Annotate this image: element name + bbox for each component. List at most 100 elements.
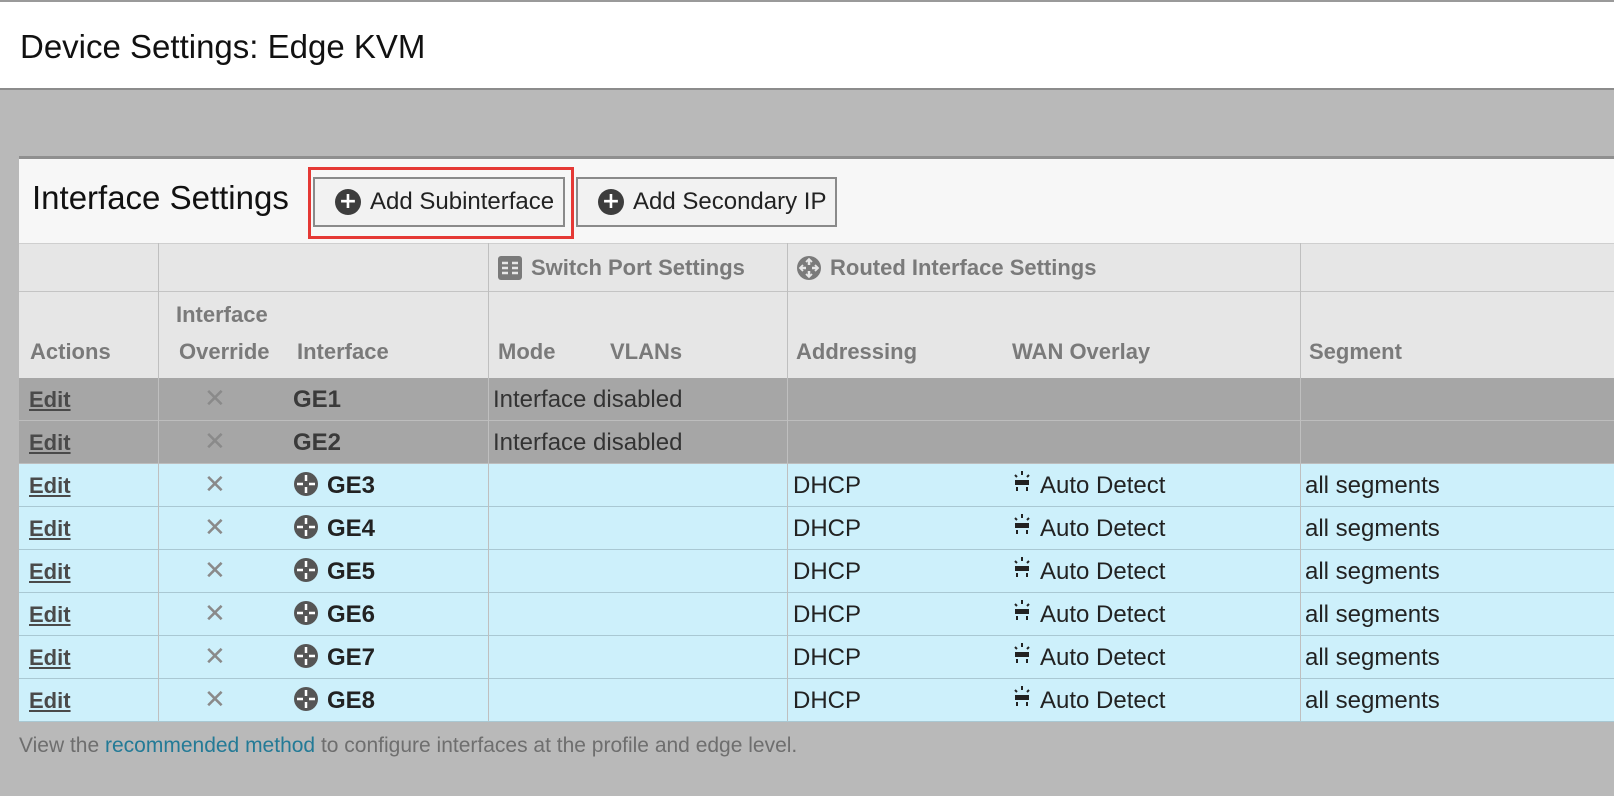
auto-detect-icon bbox=[1014, 470, 1030, 491]
x-mark-icon: ✕ bbox=[204, 556, 226, 586]
col-segment: Segment bbox=[1309, 339, 1402, 364]
x-mark-icon: ✕ bbox=[204, 513, 226, 543]
interface-name: GE6 bbox=[327, 601, 376, 628]
wan-overlay-value: Auto Detect bbox=[1040, 472, 1166, 499]
routed-interface-icon bbox=[294, 686, 318, 711]
header-divider bbox=[19, 291, 1614, 292]
wan-overlay-value: Auto Detect bbox=[1040, 515, 1166, 542]
panel-title: Interface Settings bbox=[32, 179, 289, 216]
addressing-value: DHCP bbox=[793, 644, 862, 671]
switch-port-group-header: Switch Port Settings bbox=[497, 255, 745, 281]
edit-link[interactable]: Edit bbox=[29, 636, 71, 679]
interface-settings-panel: Interface Settings + Add Subinterface + … bbox=[19, 156, 1614, 722]
table-row: Edit ✕ GE3 DHCP Auto Detect all segments bbox=[19, 464, 1614, 507]
x-mark-icon: ✕ bbox=[204, 642, 226, 672]
edit-link[interactable]: Edit bbox=[29, 679, 71, 722]
segment-value: all segments bbox=[1305, 515, 1440, 542]
auto-detect-icon bbox=[1014, 513, 1030, 534]
page-title: Device Settings: Edge KVM bbox=[20, 28, 426, 65]
table-row: Edit ✕ GE4 DHCP Auto Detect all segments bbox=[19, 507, 1614, 550]
wan-overlay-cell: Auto Detect bbox=[1012, 679, 1165, 722]
edit-link[interactable]: Edit bbox=[29, 550, 71, 593]
recommended-method-link[interactable]: recommended method bbox=[105, 734, 315, 757]
routed-interface-icon bbox=[797, 256, 821, 280]
wan-overlay-value: Auto Detect bbox=[1040, 644, 1166, 671]
add-secondary-ip-label: Add Secondary IP bbox=[633, 188, 827, 215]
addressing-value: DHCP bbox=[793, 515, 862, 542]
col-override-line2: Override bbox=[179, 339, 270, 364]
interface-cell: GE3 bbox=[293, 464, 375, 507]
wan-overlay-cell: Auto Detect bbox=[1012, 593, 1165, 636]
interface-status: Interface disabled bbox=[493, 386, 683, 413]
footer-suffix: to configure interfaces at the profile a… bbox=[315, 734, 798, 757]
table-row: Edit ✕ GE7 DHCP Auto Detect all segments bbox=[19, 636, 1614, 679]
col-actions: Actions bbox=[30, 339, 111, 364]
addressing-value: DHCP bbox=[793, 472, 862, 499]
routed-interface-icon bbox=[294, 600, 318, 625]
auto-detect-icon bbox=[1014, 685, 1030, 706]
routed-interface-icon bbox=[294, 471, 318, 496]
x-mark-icon: ✕ bbox=[204, 599, 226, 629]
routed-interface-icon bbox=[294, 643, 318, 668]
footer-prefix: View the bbox=[19, 734, 105, 757]
wan-overlay-value: Auto Detect bbox=[1040, 687, 1166, 714]
auto-detect-icon bbox=[1014, 599, 1030, 620]
interface-name: GE1 bbox=[293, 386, 342, 413]
wan-overlay-cell: Auto Detect bbox=[1012, 507, 1165, 550]
interface-cell: GE7 bbox=[293, 636, 375, 679]
add-secondary-ip-button[interactable]: + Add Secondary IP bbox=[576, 177, 837, 227]
wan-overlay-value: Auto Detect bbox=[1040, 601, 1166, 628]
segment-value: all segments bbox=[1305, 687, 1440, 714]
auto-detect-icon bbox=[1014, 642, 1030, 663]
column-divider bbox=[158, 243, 159, 721]
table-row: Edit ✕ GE6 DHCP Auto Detect all segments bbox=[19, 593, 1614, 636]
x-mark-icon: ✕ bbox=[204, 384, 226, 414]
col-override-line1: Interface bbox=[176, 302, 268, 327]
x-mark-icon: ✕ bbox=[204, 470, 226, 500]
interface-name: GE3 bbox=[327, 472, 376, 499]
column-divider bbox=[1300, 243, 1301, 721]
page-header: Device Settings: Edge KVM bbox=[0, 0, 1614, 90]
interface-name: GE5 bbox=[327, 558, 376, 585]
edit-link[interactable]: Edit bbox=[29, 464, 71, 507]
table-row: Edit ✕ GE8 DHCP Auto Detect all segments bbox=[19, 679, 1614, 722]
routed-interface-icon bbox=[294, 514, 318, 539]
x-mark-icon: ✕ bbox=[204, 427, 226, 457]
interface-name: GE7 bbox=[327, 644, 376, 671]
table-row: Edit ✕ GE2 Interface disabled bbox=[19, 421, 1614, 464]
routed-interface-icon bbox=[294, 557, 318, 582]
add-subinterface-button[interactable]: + Add Subinterface bbox=[313, 177, 565, 227]
interface-name: GE8 bbox=[327, 687, 376, 714]
edit-link[interactable]: Edit bbox=[29, 378, 71, 421]
table-row: Edit ✕ GE5 DHCP Auto Detect all segments bbox=[19, 550, 1614, 593]
col-mode: Mode bbox=[498, 339, 556, 364]
auto-detect-icon bbox=[1014, 556, 1030, 577]
interface-cell: GE5 bbox=[293, 550, 375, 593]
wan-overlay-value: Auto Detect bbox=[1040, 558, 1166, 585]
interface-cell: GE6 bbox=[293, 593, 375, 636]
addressing-value: DHCP bbox=[793, 687, 862, 714]
switch-port-icon bbox=[498, 256, 522, 280]
col-wan-overlay: WAN Overlay bbox=[1012, 339, 1151, 364]
plus-circle-icon: + bbox=[335, 189, 361, 215]
col-addressing: Addressing bbox=[796, 339, 918, 364]
column-divider bbox=[488, 243, 489, 721]
wan-overlay-cell: Auto Detect bbox=[1012, 464, 1165, 507]
edit-link[interactable]: Edit bbox=[29, 593, 71, 636]
table-row: Edit ✕ GE1 Interface disabled bbox=[19, 378, 1614, 421]
routed-interface-label: Routed Interface Settings bbox=[830, 255, 1097, 280]
addressing-value: DHCP bbox=[793, 601, 862, 628]
column-divider bbox=[787, 243, 788, 721]
edit-link[interactable]: Edit bbox=[29, 421, 71, 464]
interface-name: GE4 bbox=[327, 515, 376, 542]
segment-value: all segments bbox=[1305, 472, 1440, 499]
add-subinterface-label: Add Subinterface bbox=[370, 188, 555, 215]
col-interface: Interface bbox=[297, 339, 389, 364]
interface-status: Interface disabled bbox=[493, 429, 683, 456]
plus-circle-icon: + bbox=[598, 189, 624, 215]
footer-note: View the recommended method to configure… bbox=[19, 734, 797, 758]
interface-cell: GE4 bbox=[293, 507, 375, 550]
edit-link[interactable]: Edit bbox=[29, 507, 71, 550]
switch-port-label: Switch Port Settings bbox=[531, 255, 745, 280]
routed-interface-group-header: Routed Interface Settings bbox=[796, 255, 1096, 281]
